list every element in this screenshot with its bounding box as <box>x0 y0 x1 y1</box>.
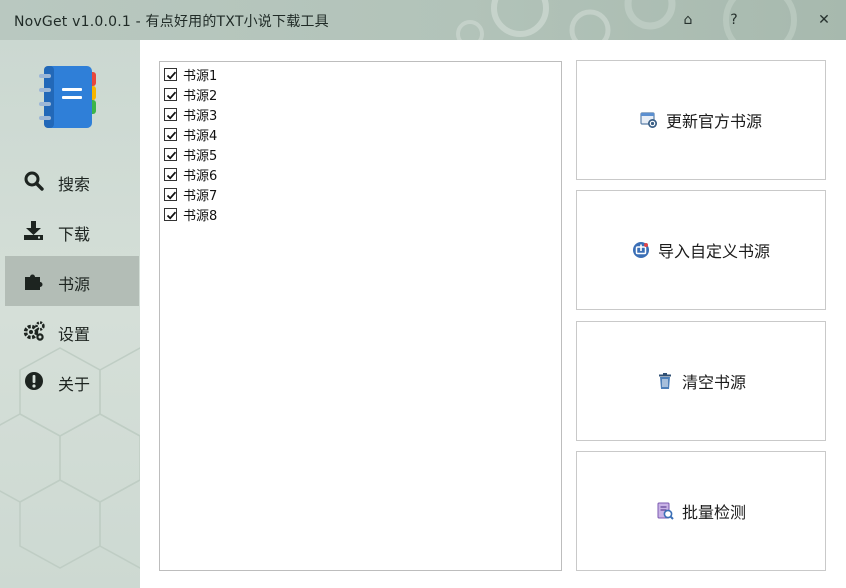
help-icon: ? <box>730 12 738 28</box>
clear-sources-button[interactable]: 清空书源 <box>576 321 826 441</box>
import-custom-sources-button[interactable]: 导入自定义书源 <box>576 190 826 310</box>
source-label: 书源2 <box>183 88 218 104</box>
sidebar-item-label: 书源 <box>58 275 91 294</box>
list-item[interactable]: 书源3 <box>160 104 561 124</box>
update-official-sources-button[interactable]: 更新官方书源 <box>576 60 826 180</box>
source-checkbox[interactable] <box>164 67 177 81</box>
source-label: 书源7 <box>183 188 218 204</box>
source-checkbox[interactable] <box>164 107 177 121</box>
info-icon <box>25 372 43 390</box>
source-checkbox[interactable] <box>164 127 177 141</box>
clear-button-label: 清空书源 <box>681 373 746 392</box>
download-icon <box>24 221 43 240</box>
app-logo-icon <box>39 66 96 128</box>
sidebar-item-label: 搜索 <box>58 175 91 194</box>
source-label: 书源3 <box>183 108 218 124</box>
sidebar-item-label: 关于 <box>58 375 91 394</box>
main-content: 书源1 书源2 书源3 书源4 书源5 书源6 书源7 书源8 更新官方书源 导… <box>140 40 846 588</box>
batch-check-button-label: 批量检测 <box>681 503 746 522</box>
refresh-window-icon <box>640 112 657 128</box>
sidebar-item-search[interactable]: 搜索 <box>5 156 139 206</box>
source-label: 书源1 <box>183 68 218 84</box>
source-label: 书源6 <box>183 168 218 184</box>
title-bar[interactable]: NovGet v1.0.0.1 - 有点好用的TXT小说下载工具 ⌂ ? ✕ <box>0 0 846 40</box>
sidebar-item-settings[interactable]: 设置 <box>5 306 139 356</box>
list-item[interactable]: 书源7 <box>160 184 561 204</box>
search-icon <box>24 171 44 191</box>
home-icon: ⌂ <box>683 12 693 28</box>
list-item[interactable]: 书源2 <box>160 84 561 104</box>
source-label: 书源4 <box>183 128 218 144</box>
list-item[interactable]: 书源1 <box>160 64 561 84</box>
sidebar: 搜索 下载 书源 设置 关于 <box>0 40 140 588</box>
sidebar-item-label: 下载 <box>58 225 91 244</box>
close-button[interactable]: ✕ <box>806 6 842 34</box>
batch-check-icon <box>657 502 674 520</box>
gears-icon <box>23 321 45 341</box>
trash-icon <box>658 373 671 389</box>
list-item[interactable]: 书源5 <box>160 144 561 164</box>
source-label: 书源5 <box>183 148 218 164</box>
source-checkbox[interactable] <box>164 87 177 101</box>
list-item[interactable]: 书源8 <box>160 204 561 224</box>
sidebar-item-sources[interactable]: 书源 <box>5 256 139 306</box>
puzzle-icon <box>25 274 43 290</box>
app-window: NovGet v1.0.0.1 - 有点好用的TXT小说下载工具 ⌂ ? ✕ 搜… <box>0 0 846 588</box>
close-icon: ✕ <box>818 12 830 28</box>
help-button[interactable]: ? <box>716 6 752 34</box>
home-button[interactable]: ⌂ <box>670 6 706 34</box>
window-title: NovGet v1.0.0.1 - 有点好用的TXT小说下载工具 <box>14 14 329 30</box>
list-item[interactable]: 书源4 <box>160 124 561 144</box>
batch-check-button[interactable]: 批量检测 <box>576 451 826 571</box>
source-label: 书源8 <box>183 208 218 224</box>
source-checkbox[interactable] <box>164 207 177 221</box>
sidebar-item-about[interactable]: 关于 <box>5 356 139 406</box>
source-checklist[interactable]: 书源1 书源2 书源3 书源4 书源5 书源6 书源7 书源8 <box>159 61 562 571</box>
sidebar-item-download[interactable]: 下载 <box>5 206 139 256</box>
sidebar-item-label: 设置 <box>58 325 91 344</box>
import-button-label: 导入自定义书源 <box>657 242 770 261</box>
source-checkbox[interactable] <box>164 167 177 181</box>
list-item[interactable]: 书源6 <box>160 164 561 184</box>
import-icon <box>632 242 649 258</box>
update-button-label: 更新官方书源 <box>665 112 762 131</box>
source-checkbox[interactable] <box>164 147 177 161</box>
source-checkbox[interactable] <box>164 187 177 201</box>
